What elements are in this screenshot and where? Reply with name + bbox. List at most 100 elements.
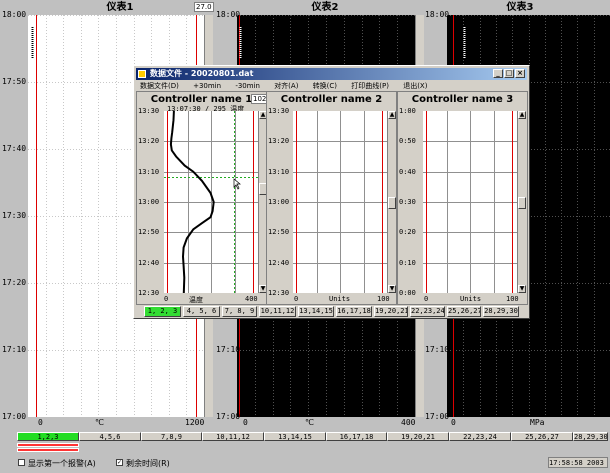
time-axis-label: 17:00 <box>216 412 241 421</box>
panel-1-x-min: 0 <box>38 418 43 427</box>
controller-3-x-min: 0 <box>424 295 429 303</box>
controller-time-label: 13:20 <box>138 137 160 146</box>
menu-exit[interactable]: 退出(X) <box>403 82 427 90</box>
controller-time-label: 0:30 <box>399 198 416 206</box>
controller-time-label: 0:10 <box>399 258 416 267</box>
minimize-button[interactable]: _ <box>493 69 503 78</box>
controller-time-label: 1:00 <box>399 107 416 115</box>
time-axis-label: 17:50 <box>2 77 27 86</box>
group-button[interactable]: 7,8,9 <box>141 432 202 441</box>
group-button[interactable]: 25,26,27 <box>511 432 573 441</box>
menu-minus-30min[interactable]: -30min <box>235 82 260 90</box>
window-group-button[interactable]: 22,23,24 <box>410 306 445 317</box>
window-icon <box>138 70 146 78</box>
group-button[interactable]: 13,14,15 <box>264 432 326 441</box>
panel-2-unit: ℃ <box>305 418 314 427</box>
menu-data-file[interactable]: 数据文件(D) <box>140 82 179 90</box>
controller-time-label: 12:30 <box>268 289 290 297</box>
window-group-button[interactable]: 16,17,18 <box>336 306 372 317</box>
time-axis-label: 17:20 <box>2 278 27 287</box>
controller-panel-2: Controller name 2 ▲ ▼ 0 Units 100 13:30 1… <box>266 91 397 305</box>
controller-time-label: 13:00 <box>138 198 160 206</box>
controller-time-label: 0:50 <box>399 137 416 146</box>
window-group-button[interactable]: 28,29,30 <box>483 306 519 317</box>
window-title: 数据文件 - 20020801.dat <box>150 69 254 78</box>
controller-panel-3: Controller name 3 ▲ ▼ 0 Units 100 1:00 0:… <box>397 91 528 305</box>
window-group-button[interactable]: 25,26,27 <box>447 306 481 317</box>
panel-1-x-max: 1200 <box>185 418 205 427</box>
panel-3-x-min: 0 <box>451 418 456 427</box>
group-button[interactable]: 19,20,21 <box>387 432 449 441</box>
time-axis-label: 18:00 <box>216 10 241 19</box>
menu-convert[interactable]: 转换(C) <box>313 82 337 90</box>
time-axis-label: 18:00 <box>2 10 27 19</box>
menu-plus-30min[interactable]: +30min <box>193 82 221 90</box>
controller-time-label: 13:30 <box>138 107 160 115</box>
controller-time-label: 12:40 <box>138 258 160 267</box>
controller-time-label: 12:40 <box>268 258 290 267</box>
controller-time-label: 0:20 <box>399 228 416 237</box>
group-button[interactable]: 22,23,24 <box>449 432 511 441</box>
data-file-window: 数据文件 - 20020801.dat _ □ × 数据文件(D) +30min… <box>133 65 530 319</box>
controller-time-label: 13:00 <box>268 198 290 206</box>
time-axis-label: 18:00 <box>425 10 450 19</box>
status-clock: 17:58:58 2003 <box>548 457 608 468</box>
menu-align[interactable]: 对齐(A) <box>274 82 298 90</box>
panel-title: 仪表1 <box>106 2 134 13</box>
controller-time-label: 13:10 <box>138 167 160 176</box>
controller-3-unit: Units <box>460 295 482 303</box>
time-axis-label: 17:00 <box>425 412 450 421</box>
window-group-button[interactable]: 10,11,12 <box>259 306 296 317</box>
controller-2-unit: Units <box>329 295 351 303</box>
controller-2-scrollbar[interactable]: ▲ ▼ <box>387 111 396 293</box>
close-button[interactable]: × <box>515 69 525 78</box>
controller-1-x-max: 400 <box>245 295 258 303</box>
panel-2-x-max: 400 <box>401 418 416 427</box>
window-group-button[interactable]: 19,20,21 <box>374 306 408 317</box>
controller-time-label: 12:50 <box>138 228 160 237</box>
controller-1-chart <box>164 111 258 293</box>
menu-print-curve[interactable]: 打印曲线(P) <box>351 82 389 90</box>
show-first-alarm-checkbox[interactable] <box>18 459 25 466</box>
controller-2-x-min: 0 <box>294 295 299 303</box>
bottom-status-strip <box>17 442 607 454</box>
group-button[interactable]: 10,11,12 <box>202 432 264 441</box>
panel-corner-value: 27.0 <box>194 2 214 12</box>
group-button[interactable]: 1,2,3 <box>17 432 79 441</box>
remaining-time-label: 剩余时间(R) <box>126 459 170 468</box>
window-titlebar[interactable]: 数据文件 - 20020801.dat _ □ × <box>136 68 527 80</box>
panel-title: 仪表2 <box>311 2 339 13</box>
controller-time-label: 13:20 <box>268 137 290 146</box>
controller-1-x-min: 0 <box>164 295 169 303</box>
window-group-button[interactable]: 1, 2, 3 <box>144 306 181 317</box>
controller-3-x-max: 100 <box>506 295 519 303</box>
controller-3-scrollbar[interactable]: ▲ ▼ <box>517 111 526 293</box>
time-axis-label: 17:40 <box>2 144 27 153</box>
remaining-time-checkbox[interactable]: ✓ <box>116 459 123 466</box>
time-axis-label: 17:10 <box>216 345 241 354</box>
controller-title: Controller name 3 <box>411 94 514 105</box>
controller-time-label: 0:00 <box>399 289 416 297</box>
show-first-alarm-label: 显示第一个报警(A) <box>28 459 96 468</box>
group-button[interactable]: 4,5,6 <box>79 432 141 441</box>
time-axis-label: 17:10 <box>425 345 450 354</box>
controller-time-label: 0:40 <box>399 167 416 176</box>
group-button[interactable]: 16,17,18 <box>326 432 387 441</box>
time-axis-label: 17:30 <box>2 211 27 220</box>
window-group-button[interactable]: 4, 5, 6 <box>183 306 220 317</box>
time-axis-label: 17:10 <box>2 345 27 354</box>
controller-title: Controller name 2 <box>280 94 383 105</box>
controller-time-label: 13:30 <box>268 107 290 115</box>
controller-time-label: 12:30 <box>138 289 160 297</box>
controller-time-label: 13:10 <box>268 167 290 176</box>
panel-title: 仪表3 <box>506 2 534 13</box>
controller-time-label: 12:50 <box>268 228 290 237</box>
panel-3-unit: MPa <box>530 418 545 427</box>
window-group-button[interactable]: 13,14,15 <box>298 306 334 317</box>
panel-1-unit: ℃ <box>95 418 104 427</box>
group-button[interactable]: 28,29,30 <box>573 432 608 441</box>
window-group-button[interactable]: 7, 8, 9 <box>222 306 257 317</box>
controller-panel-1: Controller name 1 13:07:30 / 295 温度 102 … <box>136 91 269 305</box>
controller-3-chart <box>423 111 517 293</box>
maximize-button[interactable]: □ <box>504 69 514 78</box>
